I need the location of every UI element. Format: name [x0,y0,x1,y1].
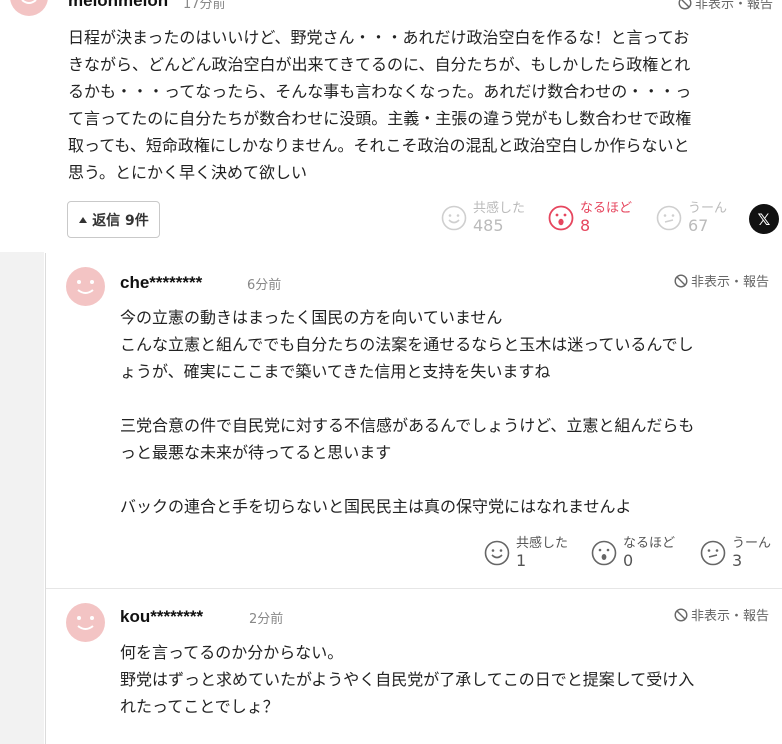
x-logo-icon: 𝕏 [757,209,771,229]
share-x-button[interactable]: 𝕏 [749,204,779,234]
reaction-label: 共感した [516,536,569,551]
avatar [66,267,105,306]
block-icon [678,0,692,9]
smile-icon [441,205,467,231]
reaction-uun-button[interactable]: うーん 67 [656,201,727,235]
body-line: て言ってたのに自分たちが数合わせに没頭。主義・主張の違う党がもし数合わせで政権 [68,109,692,128]
body-line: っと最悪な未来が待ってると思います [120,443,392,462]
reaction-empathy-button[interactable]: 共感した 485 [441,201,525,235]
body-line: 思う。とにかく早く決めて欲しい [68,163,308,182]
hide-report-label: 非表示・報告 [691,609,770,624]
reaction-label: 共感した [473,201,526,216]
thinking-icon [700,540,726,566]
reaction-label: うーん [688,201,728,216]
body-line: れたってことでしょ？ [120,697,279,716]
reaction-label: なるほど [580,201,633,216]
reaction-naruhodo-button[interactable]: なるほど 0 [591,536,675,570]
body-line: るかも・・・ってなったら、そんな事も言わなくなった。あれだけ数合わせの・・・っ [68,82,692,101]
hide-report-label: 非表示・報告 [695,0,774,12]
smile-icon [484,540,510,566]
thread-line [45,253,46,744]
timestamp: 17分前 [183,0,226,12]
timestamp: 2分前 [249,612,284,627]
username[interactable]: kou******** [120,607,203,627]
hide-report-link[interactable]: 非表示・報告 [674,271,769,290]
reaction-count: 67 [688,216,709,235]
body-line: きながら、どんどん政治空白が出来てきてるのに、自分たちが、もしかしたら政権とれ [68,55,691,74]
caret-up-icon [79,216,88,223]
reaction-count: 0 [623,551,634,570]
reaction-count: 485 [473,216,504,235]
surprised-icon [548,205,574,231]
username[interactable]: che******** [120,273,202,293]
avatar [10,0,48,16]
body-line: バックの連合と手を切らないと国民民主は真の保守党にはなれませんよ [120,497,632,516]
reaction-count: 3 [732,551,743,570]
reaction-naruhodo-button[interactable]: なるほど 8 [548,201,632,235]
body-line: ょうが、確実にここまで築いてきた信用と支持を失いますね [120,362,551,381]
reply-divider [46,588,782,589]
body-line: 野党はずっと求めていたがようやく自民党が了承してこの日でと提案して受け入 [120,670,695,689]
body-line: 今の立憲の動きはまったく国民の方を向いていません [120,308,503,327]
block-icon [674,273,688,288]
reply-toggle-button[interactable]: 返信 9件 [67,201,160,238]
hide-report-link[interactable]: 非表示・報告 [678,0,773,12]
reaction-label: なるほど [623,536,676,551]
body-line: 三党合意の件で自民党に対する不信感があるんでしょうけど、立憲と組んだらも [120,416,695,435]
block-icon [674,607,688,622]
reply-toggle-label: 返信 9件 [92,212,149,229]
body-line: 取っても、短命政権にしかなりません。それこそ政治の混乱と政治空白しか作らないと [68,136,690,155]
surprised-icon [591,540,617,566]
reaction-label: うーん [732,536,772,551]
body-line: 何を言ってるのか分からない。 [120,643,344,662]
thinking-icon [656,205,682,231]
reaction-count: 1 [516,551,527,570]
reaction-uun-button[interactable]: うーん 3 [700,536,771,570]
reaction-empathy-button[interactable]: 共感した 1 [484,536,568,570]
hide-report-label: 非表示・報告 [691,275,770,290]
timestamp: 6分前 [247,278,282,293]
thread-gutter [0,252,44,744]
body-line: こんな立憲と組んででも自分たちの法案を通せるならと玉木は迷っているんでし [120,335,694,354]
hide-report-link[interactable]: 非表示・報告 [674,605,769,624]
username[interactable]: melonmelon [68,0,168,11]
avatar [66,603,105,642]
reaction-count: 8 [580,216,591,235]
body-line: 日程が決まったのはいいけど、野党さん・・・あれだけ政治空白を作るな！と言ってお [68,28,690,47]
